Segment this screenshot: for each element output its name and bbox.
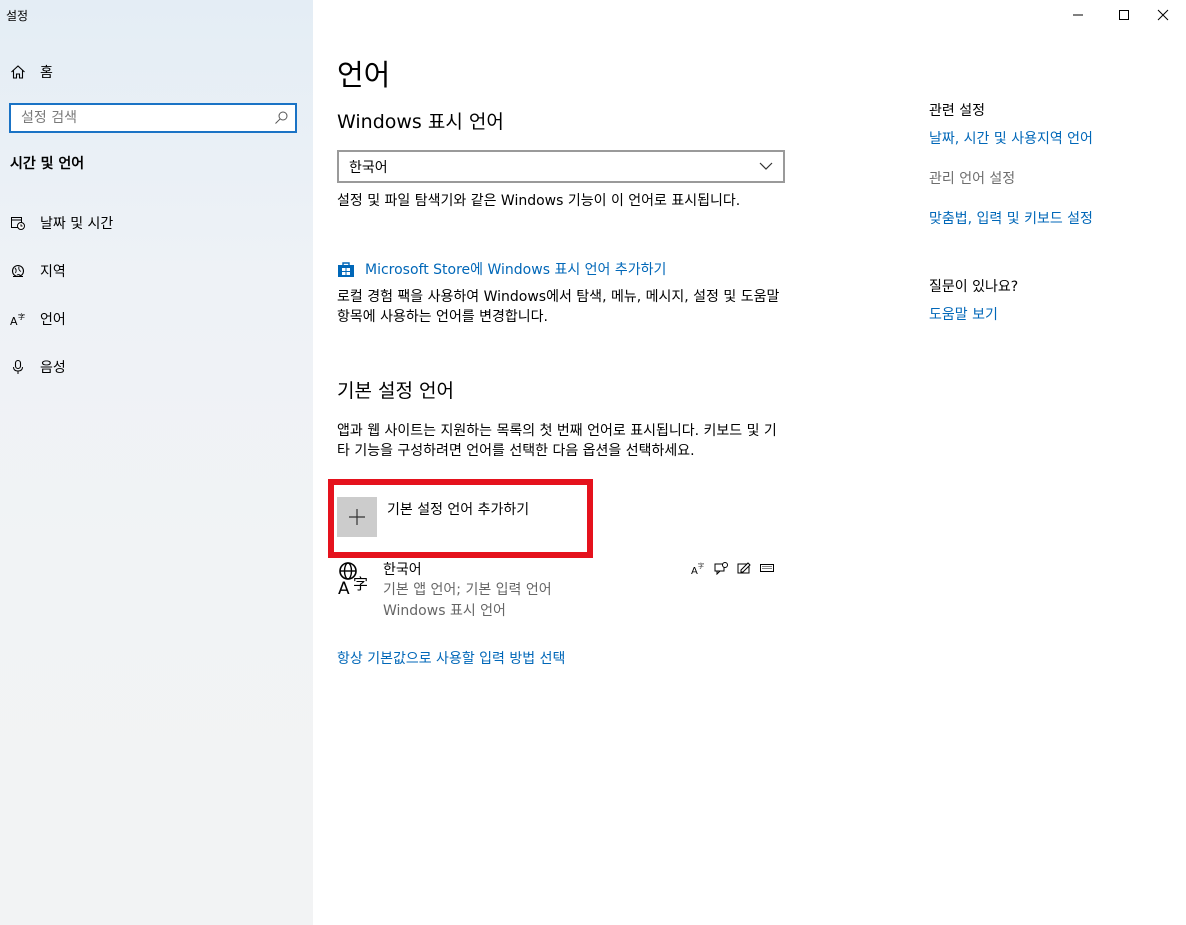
preferred-languages-heading: 기본 설정 언어	[337, 380, 454, 402]
chevron-down-icon	[759, 159, 773, 175]
handwriting-icon	[737, 560, 751, 574]
microphone-icon	[10, 359, 26, 375]
svg-text:A: A	[338, 579, 350, 597]
related-settings-heading: 관련 설정	[929, 103, 985, 119]
admin-language-settings-link: 관리 언어 설정	[929, 171, 1016, 187]
get-help-link[interactable]: 도움말 보기	[929, 304, 998, 324]
store-link-label[interactable]: Microsoft Store에 Windows 표시 언어 추가하기	[365, 259, 666, 279]
language-detail-1: 기본 앱 언어; 기본 입력 언어	[383, 582, 552, 598]
svg-text:字: 字	[353, 575, 368, 593]
svg-text:字: 字	[698, 562, 704, 570]
close-icon	[1157, 6, 1169, 25]
minimize-button[interactable]	[1055, 0, 1101, 30]
date-time-region-link[interactable]: 날짜, 시간 및 사용지역 언어	[929, 128, 1093, 148]
sidebar-item-language[interactable]: A字 언어	[10, 307, 66, 331]
sidebar-item-label: 지역	[40, 264, 66, 280]
sidebar-section-title: 시간 및 언어	[10, 156, 85, 172]
settings-search[interactable]	[9, 103, 297, 133]
sidebar-item-label: 언어	[40, 312, 66, 328]
language-pack-icon: A 字	[337, 561, 373, 599]
close-button[interactable]	[1140, 0, 1186, 30]
preferred-languages-description: 앱과 웹 사이트는 지원하는 목록의 첫 번째 언어로 표시됩니다. 키보드 및…	[337, 423, 777, 459]
keyboard-icon	[760, 560, 774, 574]
search-icon[interactable]	[273, 110, 289, 126]
display-language-icon: A字	[691, 560, 705, 577]
globe-icon	[10, 263, 26, 279]
sidebar-item-date-time[interactable]: 날짜 및 시간	[10, 211, 113, 235]
calendar-clock-icon	[10, 215, 26, 231]
svg-text:字: 字	[18, 312, 25, 321]
search-input[interactable]	[11, 105, 273, 131]
maximize-icon	[1118, 6, 1130, 25]
display-language-value: 한국어	[349, 159, 388, 176]
store-link[interactable]: Microsoft Store에 Windows 표시 언어 추가하기	[337, 259, 666, 279]
store-description: 로컬 경험 팩을 사용하여 Windows에서 탐색, 메뉴, 메시지, 설정 …	[337, 289, 780, 325]
language-name: 한국어	[383, 562, 422, 578]
language-list-item[interactable]: A 字 한국어 기본 앱 언어; 기본 입력 언어 Windows 표시 언어 …	[337, 559, 782, 623]
spelling-typing-keyboard-link[interactable]: 맞춤법, 입력 및 키보드 설정	[929, 208, 1093, 228]
language-detail-2: Windows 표시 언어	[383, 603, 506, 619]
store-icon	[337, 260, 355, 278]
display-language-heading: Windows 표시 언어	[337, 111, 504, 133]
app-title: 설정	[6, 9, 29, 23]
svg-text:A: A	[10, 315, 18, 327]
question-heading: 질문이 있나요?	[929, 279, 1019, 295]
page-title: 언어	[337, 58, 391, 92]
display-language-select[interactable]: 한국어	[337, 150, 785, 183]
sidebar-item-region[interactable]: 지역	[10, 259, 66, 283]
sidebar-item-label: 날짜 및 시간	[40, 216, 114, 232]
language-icon: A字	[10, 311, 26, 327]
sidebar-item-label: 음성	[40, 360, 66, 376]
sidebar-item-home[interactable]: 홈	[10, 61, 53, 83]
speech-icon	[714, 560, 728, 576]
minimize-icon	[1072, 6, 1084, 25]
sidebar: 설정 홈 시간 및 언어 날짜 및 시간 지역 A字 언어 음성	[0, 0, 313, 925]
home-icon	[10, 64, 26, 80]
sidebar-item-speech[interactable]: 음성	[10, 355, 66, 379]
home-label: 홈	[40, 65, 53, 81]
highlight-box	[328, 479, 593, 558]
svg-text:A: A	[691, 566, 698, 575]
display-language-description: 설정 및 파일 탐색기와 같은 Windows 기능이 이 언어로 표시됩니다.	[337, 193, 741, 209]
input-method-link[interactable]: 항상 기본값으로 사용할 입력 방법 선택	[337, 648, 565, 668]
